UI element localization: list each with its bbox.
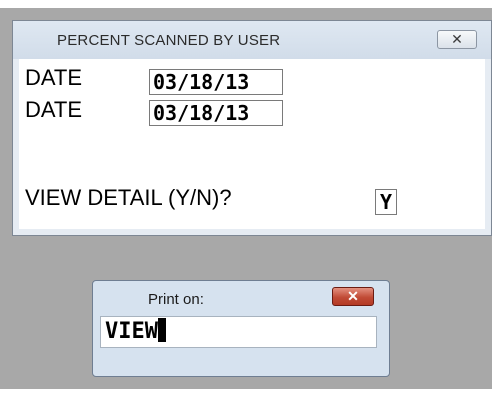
dialog-title: PERCENT SCANNED BY USER: [57, 32, 281, 49]
print-close-button[interactable]: ✕: [332, 287, 374, 306]
view-detail-field[interactable]: Y: [375, 189, 397, 215]
end-date-field[interactable]: 03/18/13: [149, 100, 283, 126]
print-destination-value: VIEW: [105, 319, 158, 344]
print-on-dialog: Print on: ✕ VIEW: [92, 280, 390, 377]
view-detail-label: VIEW DETAIL (Y/N)?: [25, 185, 232, 210]
top-margin: [0, 0, 499, 8]
dialog-title-bar[interactable]: PERCENT SCANNED BY USER ✕: [13, 21, 491, 59]
bottom-margin: [0, 389, 499, 393]
close-button[interactable]: ✕: [437, 30, 477, 49]
text-cursor: [157, 318, 166, 342]
start-date-label: DATE: [25, 65, 83, 90]
start-date-field[interactable]: 03/18/13: [149, 69, 283, 95]
close-icon: ✕: [451, 31, 463, 47]
dialog-content: DATE 03/18/13 DATE 03/18/13 VIEW DETAIL …: [19, 59, 485, 229]
right-margin: [492, 0, 499, 393]
print-dialog-title: Print on:: [148, 291, 204, 308]
percent-scanned-dialog: PERCENT SCANNED BY USER ✕ DATE 03/18/13 …: [12, 20, 492, 236]
close-icon: ✕: [347, 288, 359, 304]
end-date-label: DATE: [25, 97, 83, 122]
print-destination-input[interactable]: VIEW: [100, 316, 377, 348]
